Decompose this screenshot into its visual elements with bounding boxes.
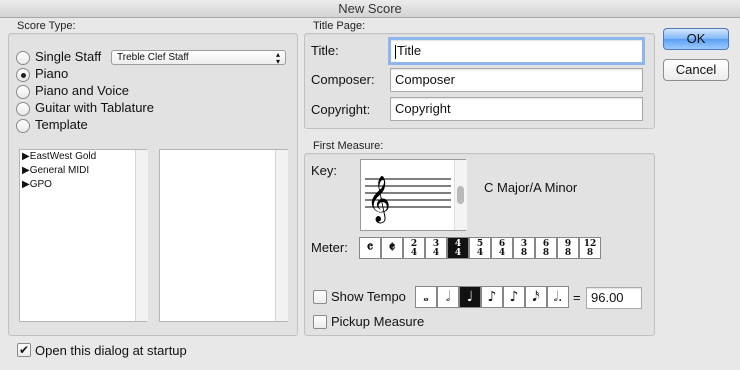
key-label: Key: [311, 163, 338, 178]
meter-option[interactable]: 12 8 [579, 237, 601, 259]
meter-option[interactable]: 𝄴 [359, 237, 381, 259]
disclosure-triangle-icon[interactable]: ▶ [22, 179, 30, 190]
copyright-input[interactable]: Copyright [390, 97, 643, 121]
tempo-note-option[interactable]: ♩ [459, 286, 481, 308]
title-field-label: Title: [311, 43, 339, 58]
composer-input[interactable]: Composer [390, 68, 643, 92]
list-item[interactable]: ▶General MIDI [20, 164, 146, 178]
meter-option[interactable]: 64 [491, 237, 513, 259]
list-item[interactable]: ▶EastWest Gold [20, 150, 146, 164]
template-detail-pane[interactable] [159, 149, 288, 322]
disclosure-triangle-icon[interactable]: ▶ [22, 151, 30, 162]
open-at-startup-label[interactable]: Open this dialog at startup [35, 343, 187, 358]
first-measure-label: First Measure: [313, 140, 384, 152]
tempo-note-option[interactable]: ♪ [481, 286, 503, 308]
meter-option[interactable]: 68 [535, 237, 557, 259]
treble-clef-staff: 𝄞 [365, 176, 451, 224]
tempo-note-option[interactable]: 𝅗𝅥 [437, 286, 459, 308]
radio-guitar-tablature[interactable] [16, 102, 30, 116]
radio-template-label[interactable]: Template [35, 117, 88, 132]
key-value: C Major/A Minor [484, 180, 578, 195]
composer-field-label: Composer: [311, 72, 375, 87]
meter-option[interactable]: 34 [425, 237, 447, 259]
radio-piano-and-voice[interactable] [16, 85, 30, 99]
list-item[interactable]: ▶GPO [20, 178, 146, 192]
window-title: New Score [338, 1, 402, 16]
title-input[interactable]: Title [388, 37, 645, 65]
radio-single-staff[interactable] [16, 51, 30, 65]
meter-selector[interactable]: 𝄴 𝄵 2 4 3 4 4 4 5 4 6 4 3 8 6 8 9 8 12 8 [359, 237, 601, 259]
show-tempo-checkbox[interactable] [313, 290, 327, 304]
template-list[interactable]: ▶EastWest Gold ▶General MIDI ▶GPO [19, 149, 147, 322]
pickup-measure-checkbox[interactable] [313, 315, 327, 329]
checkmark-icon: ✔ [18, 343, 30, 357]
title-page-label: Title Page: [313, 20, 366, 32]
meter-option[interactable]: 24 [403, 237, 425, 259]
updown-arrows-icon: ▴ ▾ [275, 50, 280, 66]
tempo-note-option[interactable]: 𝅘𝅥𝅯 [525, 286, 547, 308]
pickup-measure-label[interactable]: Pickup Measure [331, 314, 424, 329]
template-list-scrollbar[interactable] [135, 150, 148, 321]
text-caret [395, 44, 396, 59]
radio-piano-and-voice-label[interactable]: Piano and Voice [35, 83, 129, 98]
cancel-button[interactable]: Cancel [663, 59, 729, 81]
open-at-startup-checkbox[interactable]: ✔ [17, 343, 31, 357]
ok-button[interactable]: OK [663, 28, 729, 50]
radio-piano[interactable] [16, 68, 30, 82]
radio-guitar-tablature-label[interactable]: Guitar with Tablature [35, 100, 154, 115]
meter-option[interactable]: 98 [557, 237, 579, 259]
meter-label: Meter: [311, 240, 348, 255]
tempo-note-selector[interactable]: 𝅝 𝅗𝅥 ♩ ♪ ♪ 𝅘𝅥𝅯 𝅗𝅥. [415, 286, 569, 308]
treble-clef-icon: 𝄞 [367, 176, 391, 224]
tempo-note-option[interactable]: ♪ [503, 286, 525, 308]
copyright-field-label: Copyright: [311, 102, 371, 117]
meter-option[interactable]: 44 [447, 237, 469, 259]
tempo-note-option[interactable]: 𝅗𝅥. [547, 286, 569, 308]
staff-type-select[interactable]: Treble Clef Staff ▴ ▾ [111, 50, 286, 66]
tempo-equals: = [573, 290, 581, 305]
disclosure-triangle-icon[interactable]: ▶ [22, 165, 30, 176]
key-signature-picker[interactable]: 𝄞 [360, 159, 467, 231]
radio-piano-label[interactable]: Piano [35, 66, 68, 81]
show-tempo-label[interactable]: Show Tempo [331, 289, 406, 304]
template-detail-scrollbar[interactable] [275, 150, 288, 321]
meter-option[interactable]: 𝄵 [381, 237, 403, 259]
key-scroll-thumb[interactable] [457, 186, 464, 204]
radio-single-staff-label[interactable]: Single Staff [35, 49, 101, 64]
key-scrollbar[interactable] [454, 160, 467, 230]
tempo-value-input[interactable]: 96.00 [586, 287, 642, 309]
meter-option[interactable]: 38 [513, 237, 535, 259]
radio-template[interactable] [16, 119, 30, 133]
tempo-note-option[interactable]: 𝅝 [415, 286, 437, 308]
score-type-label: Score Type: [17, 20, 76, 32]
title-bar: New Score [0, 0, 740, 18]
staff-type-select-value: Treble Clef Staff [117, 52, 189, 63]
meter-option[interactable]: 54 [469, 237, 491, 259]
